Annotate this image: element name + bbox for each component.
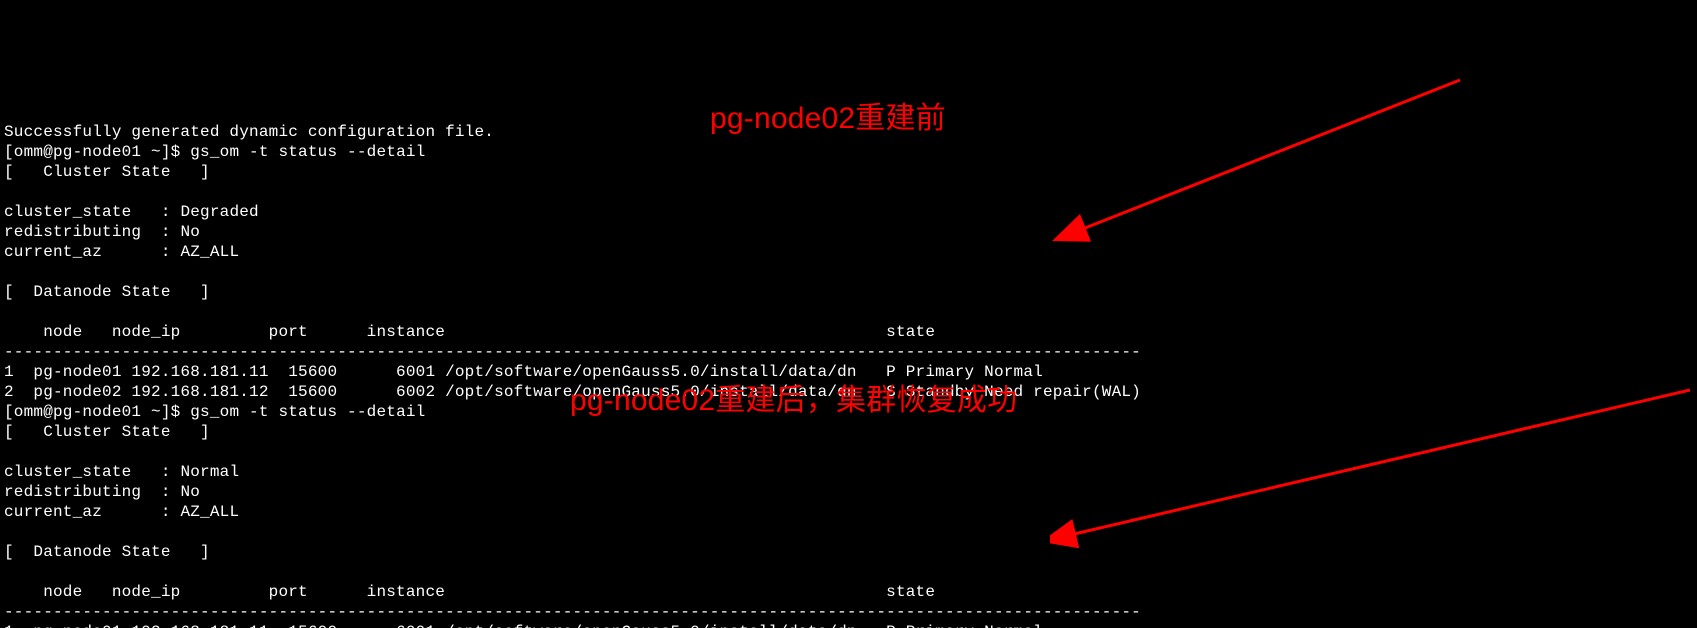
kv-value: No	[180, 223, 200, 241]
kv-label: cluster_state	[4, 463, 131, 481]
prompt: [omm@pg-node01 ~]$	[4, 143, 190, 161]
cluster-state-header: [ Cluster State ]	[4, 163, 210, 181]
kv-label: redistributing	[4, 483, 141, 501]
kv-value: No	[180, 483, 200, 501]
columns-header: node node_ip port instance state	[4, 323, 935, 341]
prompt: [omm@pg-node01 ~]$	[4, 403, 190, 421]
divider: ----------------------------------------…	[4, 343, 1141, 361]
datanode-header: [ Datanode State ]	[4, 543, 210, 561]
datanode-header: [ Datanode State ]	[4, 283, 210, 301]
kv-label: redistributing	[4, 223, 141, 241]
table-row: 1 pg-node01 192.168.181.11 15600 6001 /o…	[4, 363, 1043, 381]
divider: ----------------------------------------…	[4, 603, 1141, 621]
table-row: 1 pg-node01 192.168.181.11 15600 6001 /o…	[4, 623, 1043, 628]
kv-label: current_az	[4, 503, 102, 521]
table-row: 2 pg-node02 192.168.181.12 15600 6002 /o…	[4, 383, 1141, 401]
kv-value: AZ_ALL	[180, 243, 239, 261]
kv-label: current_az	[4, 243, 102, 261]
kv-value: Normal	[180, 463, 239, 481]
kv-value: AZ_ALL	[180, 503, 239, 521]
terminal-output[interactable]: Successfully generated dynamic configura…	[0, 100, 1697, 628]
columns-header: node node_ip port instance state	[4, 583, 935, 601]
cut-line: Successfully generated dynamic configura…	[4, 123, 494, 141]
kv-label: cluster_state	[4, 203, 131, 221]
command: gs_om -t status --detail	[190, 143, 425, 161]
cluster-state-header: [ Cluster State ]	[4, 423, 210, 441]
command: gs_om -t status --detail	[190, 403, 425, 421]
kv-value: Degraded	[180, 203, 258, 221]
